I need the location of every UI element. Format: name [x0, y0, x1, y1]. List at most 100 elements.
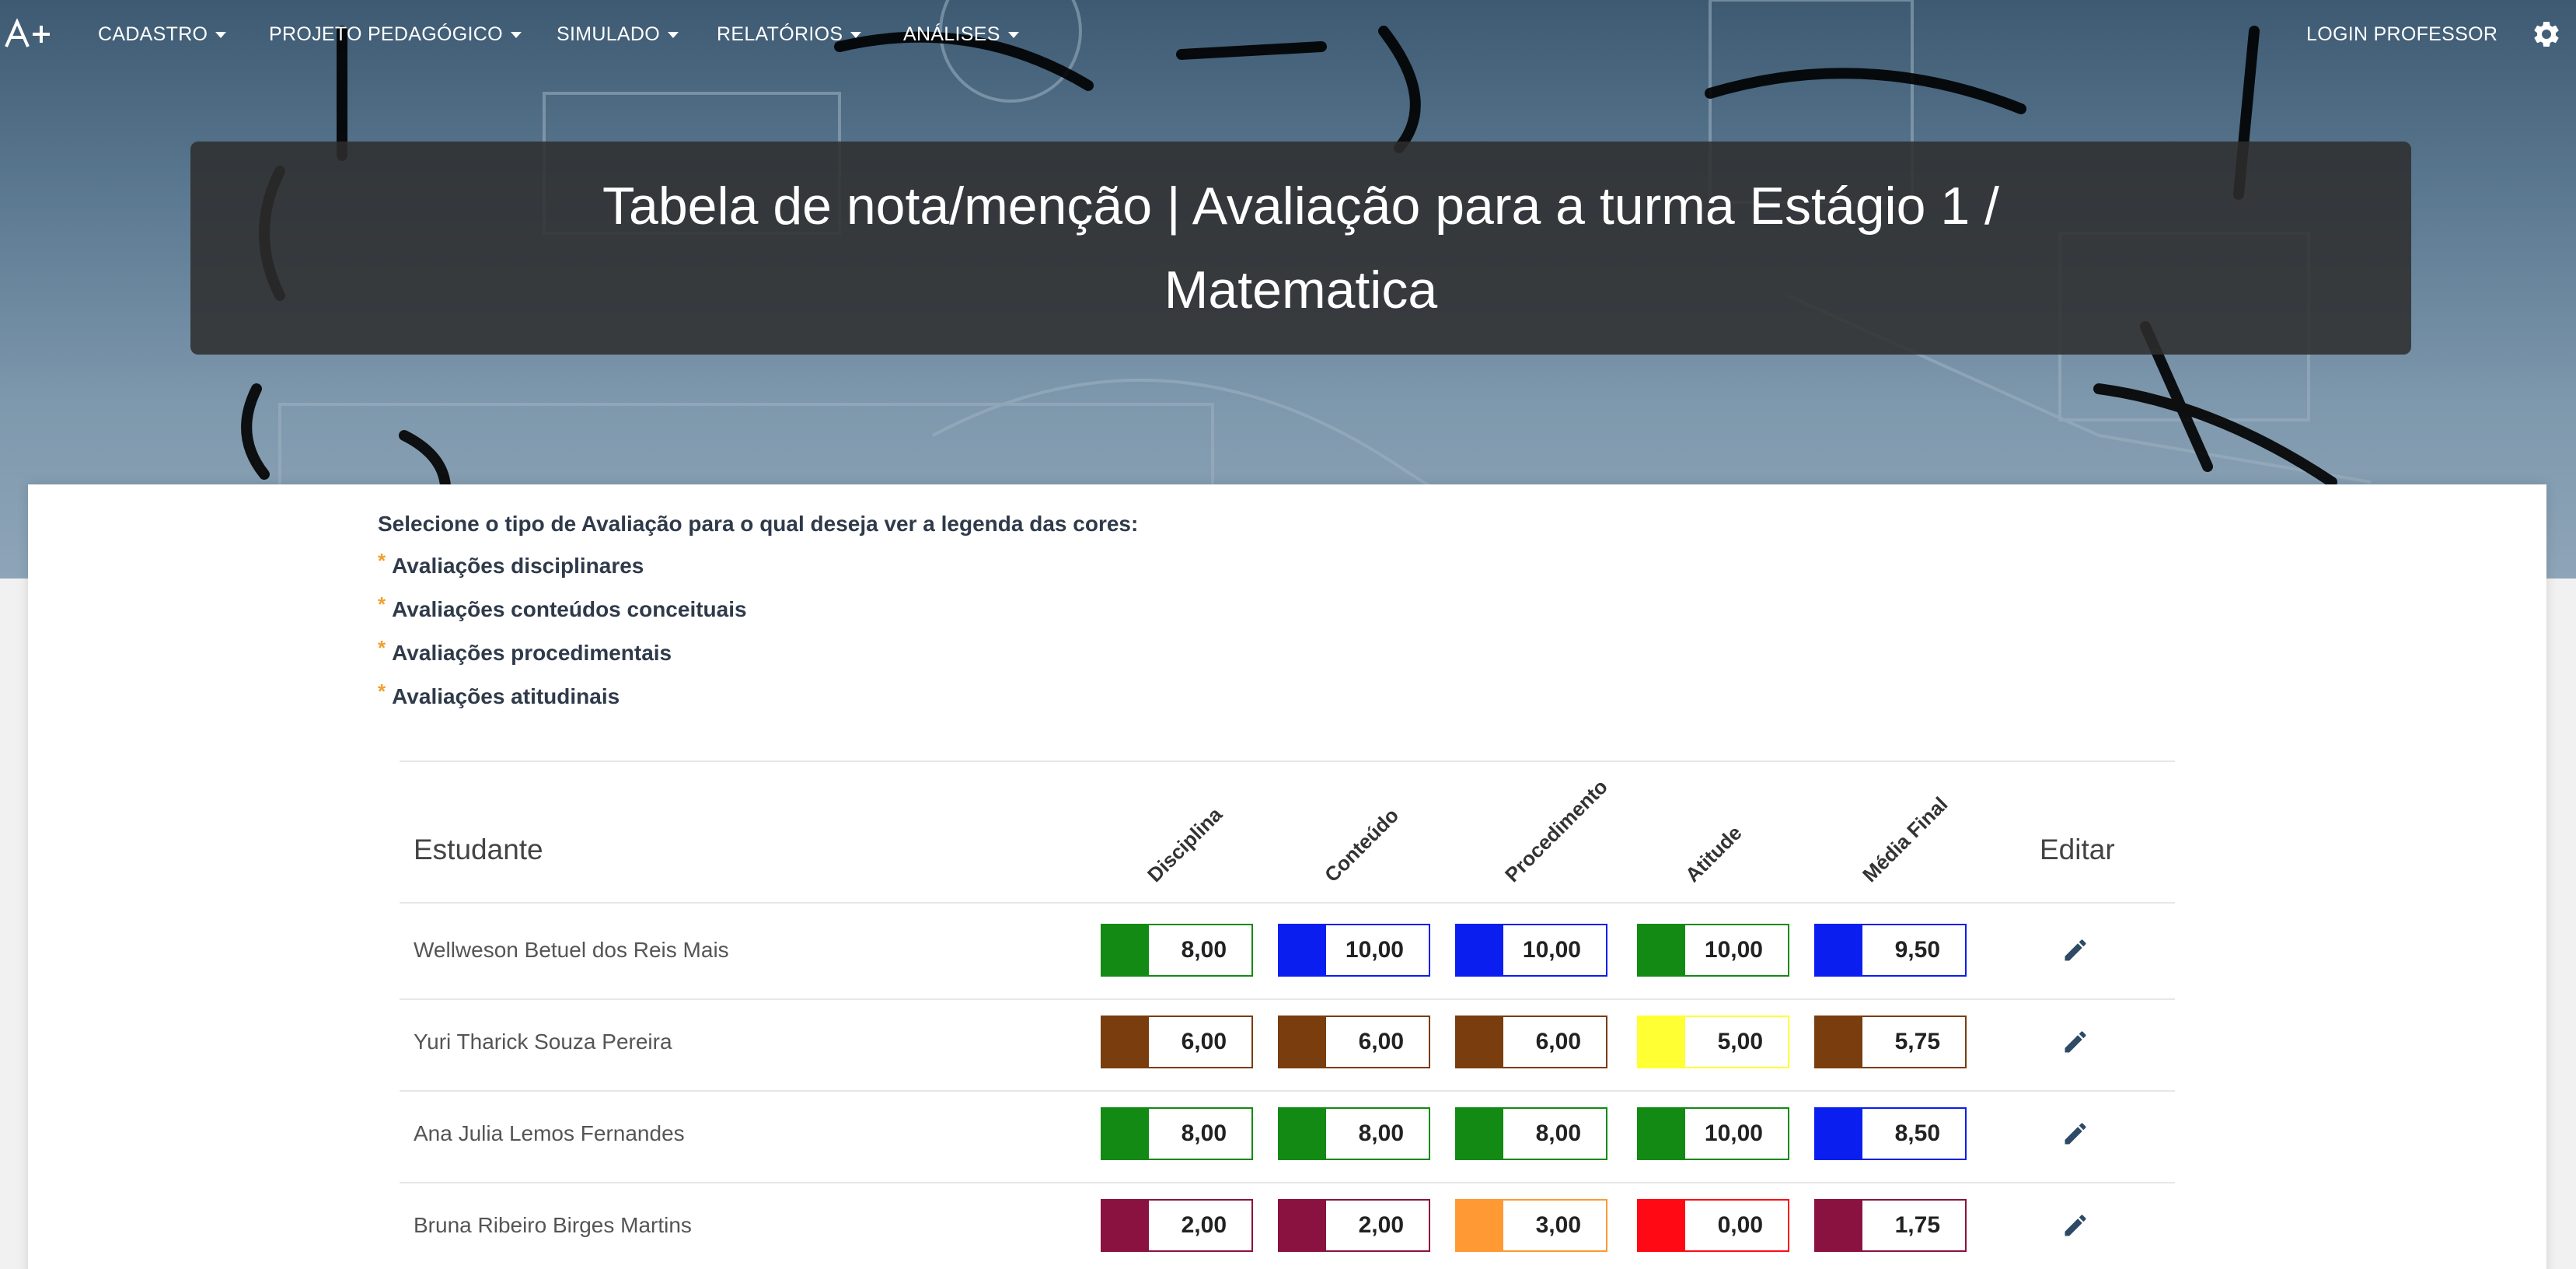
- score-cell-procedimento[interactable]: 8,00: [1455, 1107, 1607, 1160]
- edit-row-button[interactable]: [2061, 936, 2089, 964]
- score-color-swatch: [1816, 925, 1862, 975]
- column-header-edit: Editar: [2040, 834, 2115, 865]
- score-color-swatch: [1102, 1017, 1149, 1067]
- legend-item-disciplinares[interactable]: * Avaliações disciplinares: [378, 549, 644, 582]
- score-color-swatch: [1639, 1201, 1685, 1250]
- score-value: 8,00: [1181, 937, 1227, 963]
- score-value: 8,00: [1358, 1120, 1404, 1146]
- page-title: Tabela de nota/menção | Avaliação para a…: [602, 177, 1999, 320]
- score-value: 1,75: [1894, 1212, 1940, 1238]
- score-value: 5,00: [1717, 1029, 1763, 1054]
- score-cell-media-final[interactable]: 5,75: [1814, 1016, 1967, 1068]
- score-cell-atitude[interactable]: 10,00: [1637, 1107, 1789, 1160]
- nav-menu-analises[interactable]: ANÁLISES: [903, 19, 1019, 50]
- score-color-swatch: [1816, 1201, 1862, 1250]
- caret-down-icon: [510, 32, 522, 38]
- score-value: 6,00: [1181, 1029, 1227, 1054]
- score-cell-conteudo[interactable]: 10,00: [1278, 924, 1430, 977]
- pencil-icon: [2065, 1123, 2086, 1145]
- score-value: 0,00: [1717, 1212, 1763, 1238]
- score-value: 2,00: [1358, 1212, 1404, 1238]
- score-value: 3,00: [1535, 1212, 1581, 1238]
- login-professor-label: LOGIN PROFESSOR: [2306, 23, 2498, 45]
- score-value: 9,50: [1894, 937, 1940, 963]
- legend-item-label: Avaliações disciplinares: [392, 554, 644, 578]
- settings-button[interactable]: [2531, 19, 2562, 50]
- score-cell-procedimento[interactable]: 10,00: [1455, 924, 1607, 977]
- score-color-swatch: [1639, 1109, 1685, 1159]
- score-color-swatch: [1816, 1017, 1862, 1067]
- score-cell-media-final[interactable]: 9,50: [1814, 924, 1967, 977]
- page-title-banner: Tabela de nota/menção | Avaliação para a…: [190, 142, 2411, 355]
- nav-menu-relatorios[interactable]: RELATÓRIOS: [717, 19, 862, 50]
- score-cell-procedimento[interactable]: 3,00: [1455, 1199, 1607, 1252]
- score-value: 10,00: [1704, 937, 1763, 963]
- score-value: 8,00: [1535, 1120, 1581, 1146]
- score-cell-procedimento[interactable]: 6,00: [1455, 1016, 1607, 1068]
- nav-menu-projeto-pedagogico[interactable]: PROJETO PEDAGÓGICO: [269, 19, 522, 50]
- row-divider: [400, 1090, 2175, 1092]
- score-color-swatch: [1816, 1109, 1862, 1159]
- caret-down-icon: [1007, 32, 1019, 38]
- student-name: Yuri Tharick Souza Pereira: [414, 1030, 672, 1054]
- score-color-swatch: [1279, 1201, 1326, 1250]
- score-cell-media-final[interactable]: 8,50: [1814, 1107, 1967, 1160]
- legend-item-label: Avaliações conteúdos conceituais: [392, 597, 747, 621]
- score-color-swatch: [1102, 1201, 1149, 1250]
- nav-menu-cadastro[interactable]: CADASTRO: [98, 19, 227, 50]
- legend-item-atitudinais[interactable]: * Avaliações atitudinais: [378, 680, 620, 712]
- nav-menu-relatorios-label: RELATÓRIOS: [717, 23, 843, 45]
- score-color-swatch: [1639, 1017, 1685, 1067]
- student-name: Wellweson Betuel dos Reis Mais: [414, 938, 729, 962]
- score-cell-media-final[interactable]: 1,75: [1814, 1199, 1967, 1252]
- score-cell-atitude[interactable]: 0,00: [1637, 1199, 1789, 1252]
- pencil-icon: [2065, 939, 2086, 961]
- score-cell-conteudo[interactable]: 8,00: [1278, 1107, 1430, 1160]
- score-cell-disciplina[interactable]: 8,00: [1101, 924, 1253, 977]
- brand-logo[interactable]: [5, 11, 54, 58]
- student-name: Ana Julia Lemos Fernandes: [414, 1121, 685, 1145]
- legend-item-label: Avaliações atitudinais: [392, 684, 620, 708]
- caret-down-icon: [667, 32, 679, 38]
- asterisk-icon: *: [378, 680, 386, 703]
- row-divider: [400, 998, 2175, 1000]
- edit-row-button[interactable]: [2061, 1211, 2089, 1239]
- legend-item-procedimentais[interactable]: * Avaliações procedimentais: [378, 636, 672, 669]
- score-color-swatch: [1457, 1201, 1503, 1250]
- score-value: 8,00: [1181, 1120, 1227, 1146]
- score-cell-conteudo[interactable]: 2,00: [1278, 1199, 1430, 1252]
- column-header-student: Estudante: [414, 834, 543, 865]
- score-value: 10,00: [1522, 937, 1581, 963]
- top-navbar: CADASTRO PROJETO PEDAGÓGICO SIMULADO REL…: [0, 0, 2576, 67]
- score-cell-atitude[interactable]: 10,00: [1637, 924, 1789, 977]
- edit-row-button[interactable]: [2061, 1120, 2089, 1148]
- score-value: 2,00: [1181, 1212, 1227, 1238]
- nav-menu-cadastro-label: CADASTRO: [98, 23, 208, 45]
- asterisk-icon: *: [378, 549, 386, 572]
- row-divider: [400, 1182, 2175, 1183]
- pencil-icon: [2065, 1031, 2086, 1053]
- score-color-swatch: [1457, 925, 1503, 975]
- score-cell-disciplina[interactable]: 6,00: [1101, 1016, 1253, 1068]
- score-cell-conteudo[interactable]: 6,00: [1278, 1016, 1430, 1068]
- edit-row-button[interactable]: [2061, 1028, 2089, 1056]
- score-value: 10,00: [1345, 937, 1404, 963]
- login-professor-link[interactable]: LOGIN PROFESSOR: [2306, 19, 2497, 50]
- score-color-swatch: [1279, 1109, 1326, 1159]
- nav-menu-simulado[interactable]: SIMULADO: [557, 19, 679, 50]
- score-color-swatch: [1457, 1109, 1503, 1159]
- score-value: 6,00: [1358, 1029, 1404, 1054]
- asterisk-icon: *: [378, 636, 386, 659]
- caret-down-icon: [850, 32, 862, 38]
- score-cell-disciplina[interactable]: 8,00: [1101, 1107, 1253, 1160]
- nav-menu-analises-label: ANÁLISES: [903, 23, 1000, 45]
- score-value: 5,75: [1894, 1029, 1940, 1054]
- score-cell-disciplina[interactable]: 2,00: [1101, 1199, 1253, 1252]
- score-color-swatch: [1279, 925, 1326, 975]
- a-plus-logo-icon: [5, 19, 50, 47]
- caret-down-icon: [215, 32, 227, 38]
- score-cell-atitude[interactable]: 5,00: [1637, 1016, 1789, 1068]
- legend-item-conceituais[interactable]: * Avaliações conteúdos conceituais: [378, 593, 747, 625]
- score-color-swatch: [1279, 1017, 1326, 1067]
- student-name: Bruna Ribeiro Birges Martins: [414, 1213, 692, 1237]
